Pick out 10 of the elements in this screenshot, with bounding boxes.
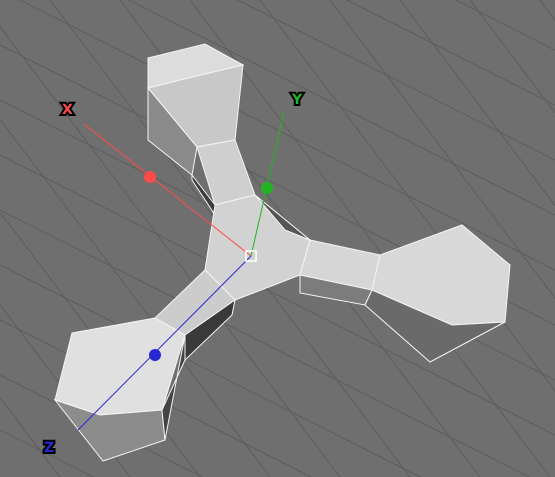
axis-arrow[interactable] [250,112,284,256]
axis-arrow[interactable] [78,256,252,430]
pivot-handle[interactable] [245,250,257,262]
axis-arrow[interactable] [84,124,252,256]
axis-label: Z [44,440,54,456]
axis-label: X [62,102,73,118]
mesh-arm-drawing[interactable] [299,224,511,363]
mesh-arm-drawing[interactable] [54,269,236,462]
axis-label: Y [292,92,302,108]
mesh-hub-drawing[interactable] [204,194,311,301]
